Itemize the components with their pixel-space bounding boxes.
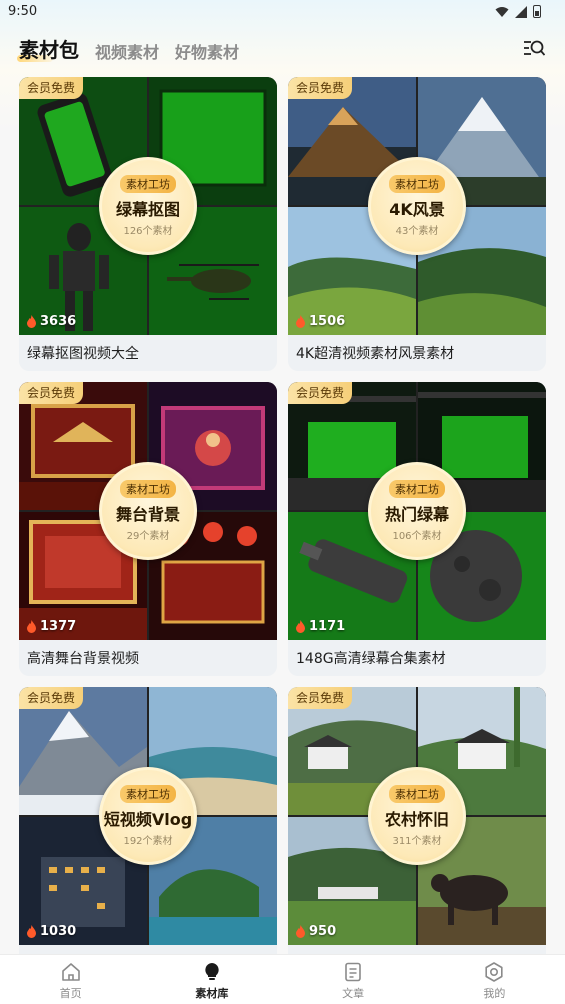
card-thumbnail: 会员免费 素材工坊 短视频Vlog 192个素材 1030 bbox=[19, 687, 277, 945]
medal-tag: 素材工坊 bbox=[120, 175, 176, 193]
bottom-nav: 首页 素材库 文章 我的 bbox=[0, 954, 565, 1004]
fire-icon bbox=[27, 315, 36, 328]
fire-icon bbox=[296, 925, 305, 938]
nav-mine[interactable]: 我的 bbox=[424, 955, 565, 1004]
material-card[interactable]: 会员免费 素材工坊 热门绿幕 106个素材 1171 148G高清绿幕合集素材 bbox=[288, 382, 546, 676]
member-free-badge: 会员免费 bbox=[19, 77, 84, 99]
material-count: 106个素材 bbox=[392, 531, 442, 542]
hot-indicator: 1377 bbox=[26, 619, 76, 634]
hot-indicator: 1030 bbox=[26, 924, 76, 939]
nav-articles[interactable]: 文章 bbox=[283, 955, 424, 1004]
member-free-badge: 会员免费 bbox=[288, 687, 353, 709]
card-title: 绿幕抠图视频大全 bbox=[27, 346, 139, 362]
card-title: 高清舞台背景视频 bbox=[27, 651, 139, 667]
material-card[interactable]: 会员免费 素材工坊 绿幕抠图 126个素材 3636 绿幕抠图视频大全 bbox=[19, 77, 277, 371]
material-count: 29个素材 bbox=[126, 531, 170, 542]
medal-tag: 素材工坊 bbox=[389, 480, 445, 498]
card-thumbnail: 会员免费 素材工坊 舞台背景 29个素材 1377 bbox=[19, 382, 277, 640]
member-free-badge: 会员免费 bbox=[288, 382, 353, 404]
material-card[interactable]: 会员免费 素材工坊 短视频Vlog 192个素材 1030 bbox=[19, 687, 277, 981]
status-time: 9:50 bbox=[8, 4, 38, 19]
settings-icon bbox=[485, 962, 503, 982]
material-card[interactable]: 会员免费 素材工坊 农村怀旧 311个素材 950 bbox=[288, 687, 546, 981]
nav-home[interactable]: 首页 bbox=[0, 955, 141, 1004]
member-free-badge: 会员免费 bbox=[288, 77, 353, 99]
material-count: 43个素材 bbox=[395, 226, 439, 237]
header-tabs: 素材包 视频素材 好物素材 bbox=[17, 34, 239, 63]
hot-count: 1030 bbox=[40, 924, 77, 939]
nav-label: 文章 bbox=[342, 987, 365, 1000]
hot-indicator: 950 bbox=[295, 924, 336, 939]
material-count: 311个素材 bbox=[392, 836, 442, 847]
material-card[interactable]: 会员免费 素材工坊 4K风景 43个素材 1506 4K超清视频素材风景素材 bbox=[288, 77, 546, 371]
wifi-icon bbox=[495, 6, 509, 17]
status-bar: 9:50 bbox=[0, 0, 565, 24]
collection-medal: 素材工坊 短视频Vlog 192个素材 bbox=[99, 767, 197, 865]
hot-indicator: 3636 bbox=[26, 314, 76, 329]
hot-count: 3636 bbox=[40, 314, 77, 329]
medal-title: 热门绿幕 bbox=[384, 505, 449, 524]
medal-title: 短视频Vlog bbox=[103, 810, 193, 829]
battery-icon bbox=[533, 5, 541, 18]
hot-count: 1506 bbox=[309, 314, 346, 329]
collection-medal: 素材工坊 绿幕抠图 126个素材 bbox=[99, 157, 197, 255]
fire-icon bbox=[27, 620, 36, 633]
collection-medal: 素材工坊 舞台背景 29个素材 bbox=[99, 462, 197, 560]
card-title: 4K超清视频素材风景素材 bbox=[296, 346, 455, 362]
nav-label: 首页 bbox=[59, 987, 82, 1000]
material-count: 126个素材 bbox=[123, 226, 173, 237]
collection-medal: 素材工坊 4K风景 43个素材 bbox=[368, 157, 466, 255]
card-thumbnail: 会员免费 素材工坊 绿幕抠图 126个素材 3636 bbox=[19, 77, 277, 335]
card-thumbnail: 会员免费 素材工坊 热门绿幕 106个素材 1171 bbox=[288, 382, 546, 640]
document-icon bbox=[345, 962, 361, 982]
signal-icon bbox=[515, 5, 527, 18]
medal-tag: 素材工坊 bbox=[120, 785, 176, 803]
hot-count: 950 bbox=[309, 924, 337, 939]
collection-medal: 素材工坊 热门绿幕 106个素材 bbox=[368, 462, 466, 560]
status-icons bbox=[495, 5, 541, 18]
member-free-badge: 会员免费 bbox=[19, 382, 84, 404]
medal-title: 绿幕抠图 bbox=[115, 200, 180, 219]
bulb-icon bbox=[205, 963, 219, 980]
material-count: 192个素材 bbox=[123, 836, 173, 847]
fire-icon bbox=[296, 620, 305, 633]
hot-indicator: 1171 bbox=[295, 619, 345, 634]
medal-title: 4K风景 bbox=[389, 200, 445, 219]
nav-label: 素材库 bbox=[195, 987, 229, 1000]
hot-count: 1171 bbox=[309, 619, 346, 634]
card-thumbnail: 会员免费 素材工坊 4K风景 43个素材 1506 bbox=[288, 77, 546, 335]
fire-icon bbox=[296, 315, 305, 328]
list-search-icon[interactable] bbox=[523, 38, 545, 58]
card-title: 148G高清绿幕合集素材 bbox=[296, 651, 446, 667]
medal-tag: 素材工坊 bbox=[389, 785, 445, 803]
medal-tag: 素材工坊 bbox=[120, 480, 176, 498]
card-thumbnail: 会员免费 素材工坊 农村怀旧 311个素材 950 bbox=[288, 687, 546, 945]
nav-material-library[interactable]: 素材库 bbox=[141, 955, 282, 1004]
nav-label: 我的 bbox=[483, 987, 506, 1000]
medal-title: 农村怀旧 bbox=[384, 810, 449, 829]
member-free-badge: 会员免费 bbox=[19, 687, 84, 709]
medal-title: 舞台背景 bbox=[115, 505, 180, 524]
collection-medal: 素材工坊 农村怀旧 311个素材 bbox=[368, 767, 466, 865]
tab-goods-material[interactable]: 好物素材 bbox=[175, 39, 239, 63]
home-icon bbox=[61, 963, 80, 981]
hot-indicator: 1506 bbox=[295, 314, 345, 329]
fire-icon bbox=[27, 925, 36, 938]
tab-material-pack[interactable]: 素材包 bbox=[17, 34, 79, 63]
tab-video-material[interactable]: 视频素材 bbox=[95, 39, 159, 63]
hot-count: 1377 bbox=[40, 619, 77, 634]
material-card[interactable]: 会员免费 素材工坊 舞台背景 29个素材 1377 高清舞台背景视频 bbox=[19, 382, 277, 676]
medal-tag: 素材工坊 bbox=[389, 175, 445, 193]
